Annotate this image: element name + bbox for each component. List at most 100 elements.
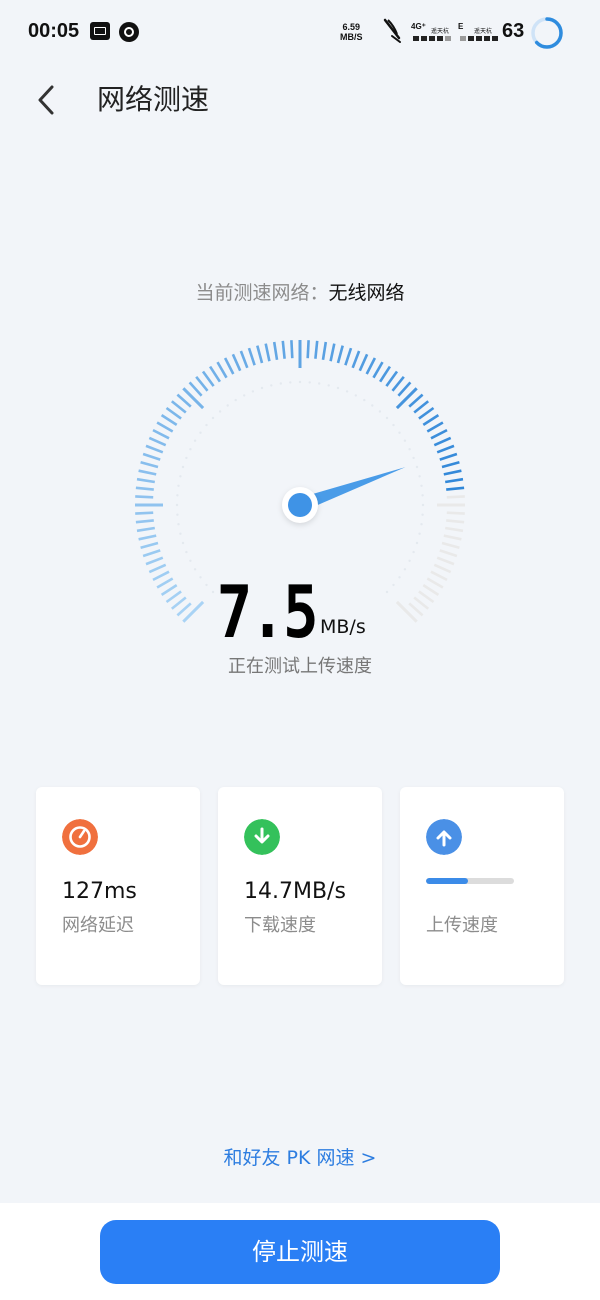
sim2-carrier: 遥天杭 [474, 28, 493, 35]
gauge-tick [443, 469, 462, 476]
download-value: 14.7MB/s [244, 879, 346, 904]
gauge-tick [216, 361, 228, 379]
gauge-dot [179, 532, 182, 535]
sim2-signal: E 遥天杭 [458, 22, 500, 44]
gauge-tick [441, 461, 460, 469]
gauge-dot [289, 381, 292, 384]
gauge-dot [260, 386, 264, 390]
gauge-tick [138, 534, 157, 541]
gauge-dot [298, 380, 302, 384]
gauge-dot [234, 398, 237, 402]
status-bar: 00:05 6.59 MB/S 4G⁺ 遥天杭 E 遥天杭 63 [0, 0, 600, 64]
sim1-carrier: 遥天杭 [431, 28, 450, 35]
gauge-tick [446, 519, 465, 524]
current-network: 当前测速网络：无线网络 [0, 278, 600, 305]
gauge-tick [182, 387, 205, 410]
gauge-dot [412, 550, 415, 554]
speed-value: 7.5 [216, 570, 319, 654]
gauge-dot [176, 494, 179, 497]
gauge-dot [189, 448, 192, 451]
gauge-dot [420, 484, 423, 487]
gauge-tick [418, 406, 435, 420]
gauge-dot [421, 503, 425, 507]
network-speed-value: 6.59 [342, 22, 361, 32]
arrow-up-icon [426, 819, 462, 855]
gauge-tick [422, 414, 440, 426]
gauge-dot [205, 423, 208, 427]
gauge-tick [408, 393, 424, 408]
sim1-signal: 4G⁺ 遥天杭 [411, 22, 453, 44]
stop-test-button[interactable]: 停止测速 [100, 1220, 500, 1284]
gauge-dot [403, 439, 407, 442]
gauge-tick [358, 353, 369, 372]
download-card: 14.7MB/s 下载速度 [218, 787, 382, 985]
gauge-dot [279, 382, 282, 385]
gauge-tick [439, 452, 458, 461]
gauge-tick [160, 414, 178, 426]
gauge-dot [378, 410, 382, 413]
gauge-dot [175, 503, 179, 507]
gauge-tick [365, 357, 377, 375]
gauge-dot [392, 423, 395, 427]
gauge-dot [385, 416, 389, 420]
gauge-dot [251, 390, 255, 393]
gauge-dot [181, 465, 185, 469]
gauge-tick [446, 495, 465, 499]
gauge-tick [446, 486, 465, 491]
gauge-dot [327, 384, 330, 387]
network-speed-indicator: 6.59 MB/S [340, 22, 363, 42]
gauge-dot [308, 381, 311, 384]
current-network-value: 无线网络 [328, 282, 405, 304]
page-title: 网络测速 [97, 83, 210, 116]
gauge-dot [176, 513, 179, 516]
gauge-dot [243, 394, 246, 397]
gauge-tick [135, 519, 154, 524]
gauge-dot [418, 475, 421, 478]
gauge-tick [145, 444, 164, 454]
gauge-dot [179, 475, 182, 478]
gauge-tick [140, 541, 159, 549]
arrow-down-icon [244, 819, 280, 855]
gauge-tick [165, 406, 182, 420]
gauge-dot [211, 416, 215, 420]
gauge-tick [444, 526, 464, 533]
gauge-tick [385, 370, 399, 387]
gauge-tick [264, 343, 271, 362]
gauge-dot [185, 550, 188, 554]
gauge-dot [177, 523, 180, 526]
gauge-dot [415, 541, 419, 545]
speed-readout: 7.5 MB/s [0, 560, 600, 654]
gauge-tick [397, 381, 412, 397]
gauge-dot [185, 456, 188, 460]
gauge-tick [344, 347, 353, 366]
upload-progress-fill [426, 878, 469, 884]
gauge-dot [270, 384, 273, 387]
speed-unit: MB/s [320, 616, 366, 638]
back-button[interactable] [28, 80, 68, 120]
gauge-dot [398, 431, 401, 434]
gauge-tick [441, 541, 460, 549]
download-label: 下载速度 [244, 915, 316, 936]
gauge-dot [226, 404, 229, 407]
gauge-tick [413, 400, 430, 414]
gauge-tick [272, 341, 279, 361]
gauge-tick [148, 436, 167, 447]
gauge-tick [247, 347, 256, 366]
gauge-tick [142, 452, 161, 461]
gauge-dot [415, 465, 419, 469]
gauge-dot [408, 448, 411, 451]
pk-with-friends-link[interactable]: 和好友 PK 网速 > [0, 1143, 600, 1170]
gauge-tick [188, 381, 203, 397]
result-cards: 127ms 网络延迟 14.7MB/s 下载速度 上传速度 [36, 787, 564, 985]
latency-value: 127ms [62, 879, 137, 904]
gauge-dot [177, 484, 180, 487]
gauge-dot [420, 523, 423, 526]
app-notification-icon [119, 22, 139, 42]
gauge-tick [142, 549, 161, 558]
wifi-icon [383, 18, 401, 43]
gauge-dot [336, 386, 340, 390]
gauge-tick [135, 511, 154, 515]
battery-ring-icon [531, 17, 563, 49]
gauge-tick [290, 340, 294, 359]
app-header: 网络测速 [0, 64, 600, 136]
